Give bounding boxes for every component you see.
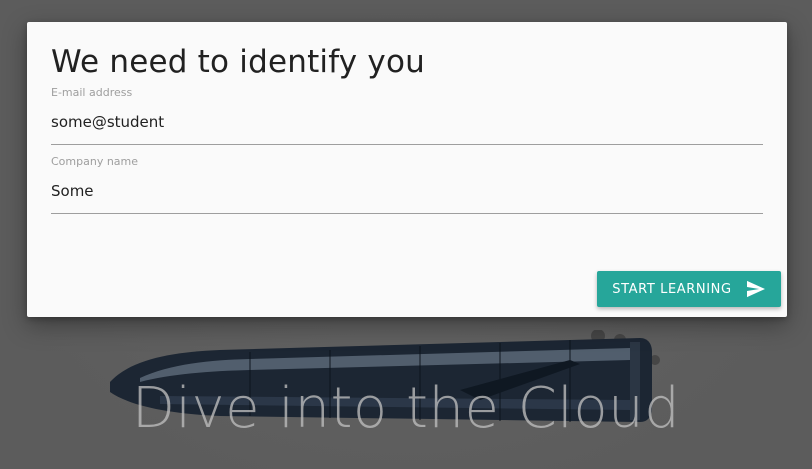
company-field-group: Company name [51,155,763,214]
send-icon [746,280,766,298]
identify-dialog: We need to identify you E-mail address C… [27,22,787,317]
start-learning-label: START LEARNING [612,281,732,297]
email-field-label: E-mail address [51,86,133,99]
hero-title: Dive into the Cloud [131,376,681,441]
dialog-title: We need to identify you [51,44,425,80]
start-learning-button[interactable]: START LEARNING [597,271,781,307]
company-field[interactable] [51,169,763,214]
company-field-label: Company name [51,155,139,168]
email-field-group: E-mail address [51,86,763,145]
email-field[interactable] [51,100,763,145]
